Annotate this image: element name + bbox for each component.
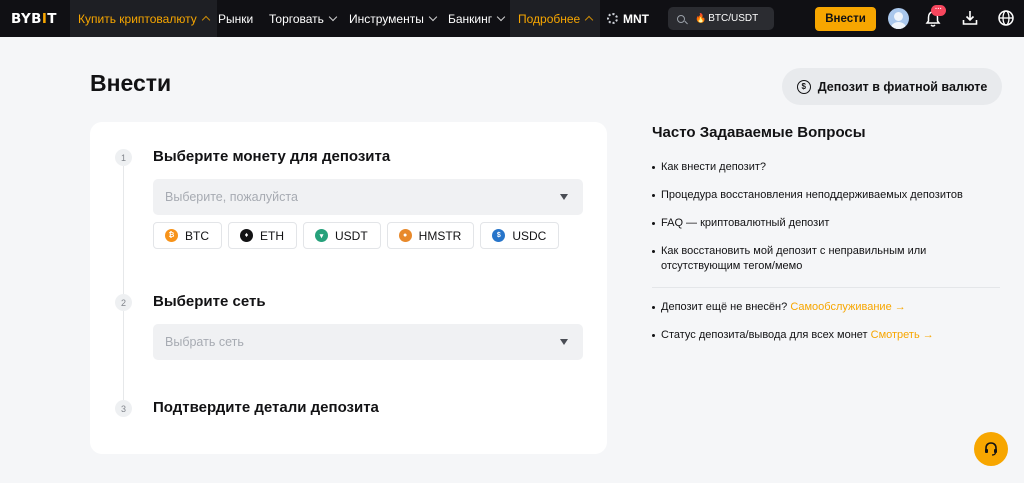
- network-select[interactable]: Выбрать сеть: [153, 324, 583, 360]
- status-view-link[interactable]: Смотреть →: [871, 329, 934, 341]
- faq-link[interactable]: FAQ — криптовалютный депозит: [652, 216, 1002, 231]
- support-chat-button[interactable]: [974, 432, 1008, 466]
- flame-icon: 🔥: [695, 13, 707, 23]
- coin-chip-eth[interactable]: ♦ ETH: [228, 222, 297, 249]
- caret-down-icon: [560, 339, 568, 345]
- caret-down-icon: [560, 194, 568, 200]
- deposit-status-row: Статус депозита/вывода для всех монет См…: [652, 328, 1002, 343]
- self-service-row: Депозит ещё не внесён? Самообслуживание …: [652, 300, 1002, 315]
- usdc-icon: $: [492, 229, 506, 242]
- faq-link[interactable]: Как восстановить мой депозит с неправиль…: [652, 244, 1002, 274]
- faq-link[interactable]: Как внести депозит?: [652, 160, 1002, 175]
- nav-buy-crypto[interactable]: Купить криптовалюту: [70, 0, 217, 37]
- chevron-down-icon: [328, 12, 338, 22]
- fiat-coin-icon: $: [796, 79, 811, 94]
- faq-link[interactable]: Процедура восстановления неподдерживаемы…: [652, 188, 1002, 203]
- search-icon: [677, 14, 685, 23]
- usdt-icon: ▾: [315, 229, 328, 242]
- step-number: 3: [115, 400, 132, 417]
- headset-icon: [985, 442, 997, 456]
- coin-chip-usdt[interactable]: ▾ USDT: [303, 222, 381, 249]
- eth-icon: ♦: [240, 229, 253, 242]
- avatar[interactable]: [888, 8, 909, 29]
- download-icon[interactable]: [961, 9, 979, 27]
- step-title: Выберите монету для депозита: [153, 148, 391, 165]
- search-input[interactable]: 🔥 BTC/USDT: [668, 7, 774, 30]
- hmstr-icon: ●: [398, 229, 412, 242]
- notification-badge: ···: [931, 5, 946, 16]
- chevron-up-icon: [201, 15, 210, 25]
- nav-markets[interactable]: Рынки: [218, 0, 253, 37]
- mnt-icon: [607, 13, 618, 24]
- top-navbar: BYBIT Купить криптовалюту Рынки Торговат…: [0, 0, 1024, 37]
- deposit-card: 1 Выберите монету для депозита Выберите,…: [90, 122, 607, 454]
- chevron-down-icon: [428, 12, 438, 22]
- chevron-down-icon: [496, 12, 506, 22]
- chevron-up-icon: [584, 15, 594, 25]
- step-title: Подтвердите детали депозита: [153, 399, 379, 416]
- popular-coins: ₿ BTC ♦ ETH ▾ USDT ● HMSTR $ USDC: [153, 222, 560, 249]
- deposit-button[interactable]: Внести: [815, 7, 876, 31]
- coin-chip-btc[interactable]: ₿ BTC: [153, 222, 222, 249]
- coin-chip-hmstr[interactable]: ● HMSTR: [386, 222, 475, 249]
- btc-icon: ₿: [165, 229, 178, 242]
- nav-tools[interactable]: Инструменты: [349, 0, 438, 37]
- faq-divider: [652, 287, 1000, 288]
- bybit-logo[interactable]: BYBIT: [11, 11, 57, 27]
- step-title: Выберите сеть: [153, 293, 266, 310]
- self-service-link[interactable]: Самообслуживание →: [790, 301, 905, 313]
- faq-title: Часто Задаваемые Вопросы: [652, 124, 866, 141]
- nav-more[interactable]: Подробнее: [510, 0, 601, 37]
- page-title: Внести: [90, 70, 172, 96]
- step-connector-line: [123, 166, 124, 404]
- nav-mnt[interactable]: MNT: [607, 0, 649, 37]
- coin-select[interactable]: Выберите, пожалуйста: [153, 179, 583, 215]
- nav-banking[interactable]: Банкинг: [448, 0, 506, 37]
- step-number: 1: [115, 149, 132, 166]
- nav-trade[interactable]: Торговать: [269, 0, 338, 37]
- step-number: 2: [115, 294, 132, 311]
- coin-chip-usdc[interactable]: $ USDC: [480, 222, 560, 249]
- fiat-deposit-button[interactable]: $ Депозит в фиатной валюте: [782, 68, 1002, 105]
- globe-icon[interactable]: [997, 9, 1015, 27]
